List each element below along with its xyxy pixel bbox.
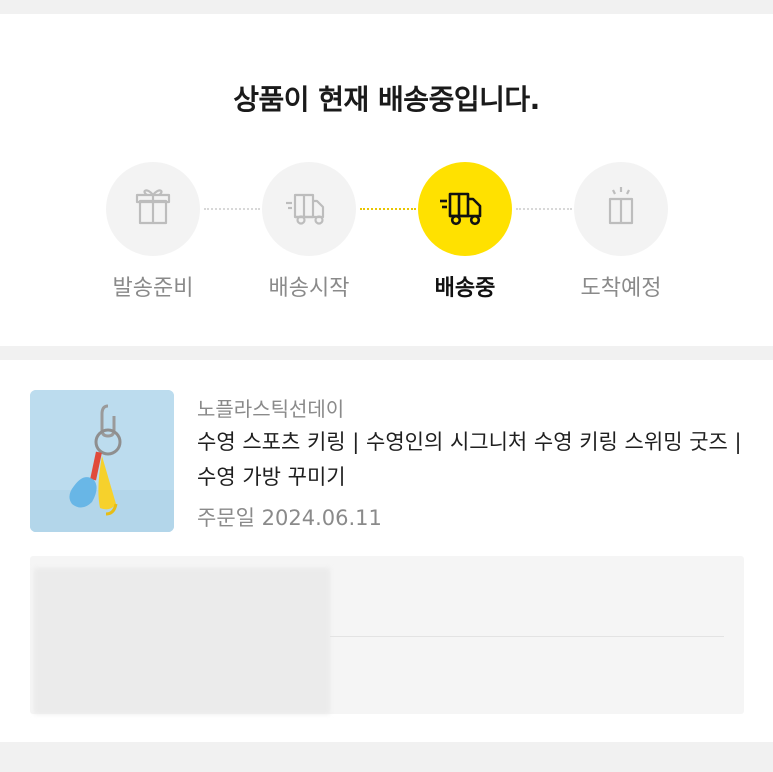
step-arrival — [574, 162, 668, 256]
step-label-in-transit: 배송중 — [434, 276, 496, 301]
seller-name[interactable]: 노플라스틱선데이 — [197, 393, 344, 422]
step-connector-1 — [204, 208, 260, 210]
step-shipped — [262, 162, 356, 256]
divider — [330, 636, 724, 637]
blurred-content-area — [30, 556, 744, 714]
truck-moving-icon — [436, 180, 494, 238]
blurred-block — [34, 568, 330, 714]
gift-sparkle-icon — [595, 181, 647, 237]
delivery-status-headline: 상품이 현재 배송중입니다. — [233, 83, 540, 116]
step-connector-3 — [516, 208, 572, 210]
step-label-prepare: 발송준비 — [112, 276, 194, 301]
product-title[interactable]: 수영 스포츠 키링 | 수영인의 시그니처 수영 키링 스위밍 굿즈 | 수영 … — [197, 425, 742, 495]
order-date-value: 2024.06.11 — [261, 506, 382, 530]
step-label-shipped: 배송시작 — [268, 276, 350, 301]
order-date: 주문일 2024.06.11 — [197, 502, 382, 532]
step-prepare — [106, 162, 200, 256]
product-thumbnail[interactable] — [30, 390, 174, 532]
step-connector-2 — [360, 208, 416, 210]
step-in-transit — [418, 162, 512, 256]
gift-icon — [127, 181, 179, 237]
order-date-label: 주문일 — [197, 506, 255, 530]
step-label-arrival: 도착예정 — [580, 276, 662, 301]
truck-icon — [281, 181, 337, 237]
